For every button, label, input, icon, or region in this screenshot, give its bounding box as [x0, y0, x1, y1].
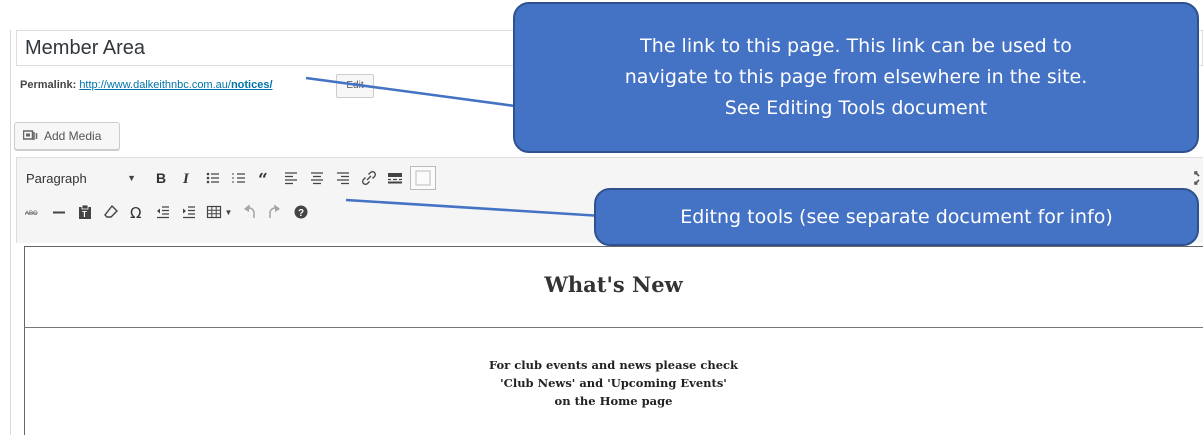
- italic-icon: I: [182, 171, 190, 186]
- media-icon: [23, 130, 38, 140]
- post-title-value: Member Area: [25, 37, 146, 59]
- svg-text:?: ?: [298, 208, 304, 219]
- bulleted-list-icon: [206, 172, 219, 184]
- align-left-icon: [285, 172, 297, 185]
- svg-text:ABC: ABC: [25, 211, 38, 217]
- format-select-value: Paragraph: [26, 170, 87, 186]
- toolbar-row-1: Paragraph ▼ B I “: [20, 166, 436, 190]
- content-heading: What's New: [544, 272, 683, 297]
- insert-link-button[interactable]: [356, 166, 382, 190]
- permalink-callout-line-1: The link to this page. This link can be …: [640, 35, 1072, 57]
- toolbar-toggle-icon: [415, 170, 431, 186]
- clear-formatting-icon: [104, 204, 118, 218]
- paste-as-text-icon: T: [79, 204, 91, 219]
- blockquote-button[interactable]: “: [252, 166, 278, 190]
- permalink-row: Permalink: http://www.dalkeithnbc.com.au…: [20, 79, 273, 91]
- blockquote-icon: “: [258, 170, 268, 186]
- align-center-button[interactable]: [304, 166, 330, 190]
- paste-as-text-button[interactable]: T: [72, 200, 98, 224]
- svg-text:“: “: [258, 170, 268, 186]
- toolbar-toggle-button[interactable]: [410, 166, 436, 190]
- content-line-2: 'Club News' and 'Upcoming Events': [500, 376, 727, 390]
- content-divider: [24, 327, 1203, 328]
- format-select[interactable]: Paragraph ▼: [20, 167, 146, 189]
- fullscreen-icon[interactable]: [1191, 168, 1203, 188]
- align-right-icon: [337, 172, 349, 185]
- permalink-label: Permalink:: [20, 79, 77, 91]
- permalink-url-base: http://www.dalkeithnbc.com.au/: [79, 79, 231, 91]
- special-character-button[interactable]: Ω: [124, 200, 150, 224]
- italic-button[interactable]: I: [174, 166, 200, 190]
- add-media-button[interactable]: Add Media: [14, 122, 120, 150]
- toolbar-row-2: ABC T Ω ▼ ?: [20, 200, 314, 224]
- read-more-icon: [388, 173, 402, 184]
- redo-button[interactable]: [262, 200, 288, 224]
- bulleted-list-button[interactable]: [200, 166, 226, 190]
- bold-icon: B: [156, 170, 166, 186]
- indent-icon: [183, 206, 195, 219]
- content-line-3: on the Home page: [554, 394, 673, 408]
- editor-left-rule: [10, 30, 11, 435]
- svg-text:I: I: [182, 171, 190, 186]
- permalink-url-slug: notices/: [230, 79, 273, 91]
- bold-button[interactable]: B: [148, 166, 174, 190]
- permalink-callout-line-2: navigate to this page from elsewhere in …: [624, 66, 1088, 88]
- add-media-label: Add Media: [44, 129, 102, 143]
- clear-formatting-button[interactable]: [98, 200, 124, 224]
- align-right-button[interactable]: [330, 166, 356, 190]
- permalink-link[interactable]: http://www.dalkeithnbc.com.au/notices/: [79, 79, 272, 91]
- svg-text:Ω: Ω: [130, 204, 141, 220]
- align-left-button[interactable]: [278, 166, 304, 190]
- svg-text:T: T: [82, 210, 87, 219]
- permalink-edit-button[interactable]: Edit: [336, 74, 374, 98]
- horizontal-line-button[interactable]: [46, 200, 72, 224]
- redo-icon: [269, 204, 280, 218]
- align-center-icon: [311, 172, 323, 185]
- content-line-1: For club events and news please check: [488, 358, 739, 372]
- horizontal-line-icon: [53, 211, 65, 214]
- undo-button[interactable]: [236, 200, 262, 224]
- permalink-callout: The link to this page. This link can be …: [513, 2, 1199, 153]
- svg-text:B: B: [156, 170, 166, 186]
- permalink-callout-line-3: See Editing Tools document: [724, 97, 988, 119]
- help-button[interactable]: ?: [288, 200, 314, 224]
- indent-button[interactable]: [176, 200, 202, 224]
- special-character-icon: Ω: [130, 204, 141, 220]
- help-icon: ?: [294, 205, 308, 219]
- tools-callout-text: Editng tools (see separate document for …: [680, 206, 1113, 228]
- outdent-button[interactable]: [150, 200, 176, 224]
- content-paragraph: For club events and news please check 'C…: [24, 356, 1203, 410]
- strikethrough-button[interactable]: ABC: [20, 200, 46, 224]
- read-more-button[interactable]: [382, 166, 408, 190]
- strikethrough-icon: ABC: [25, 211, 38, 217]
- chevron-down-icon: ▼: [224, 207, 233, 217]
- table-icon: [206, 205, 221, 219]
- tools-callout: Editng tools (see separate document for …: [594, 188, 1199, 246]
- chevron-down-icon: ▼: [127, 173, 136, 183]
- numbered-list-icon: [232, 173, 245, 183]
- outdent-icon: [157, 206, 169, 219]
- undo-icon: [244, 204, 255, 218]
- link-icon: [362, 171, 376, 185]
- table-button[interactable]: ▼: [202, 200, 236, 224]
- numbered-list-button[interactable]: [226, 166, 252, 190]
